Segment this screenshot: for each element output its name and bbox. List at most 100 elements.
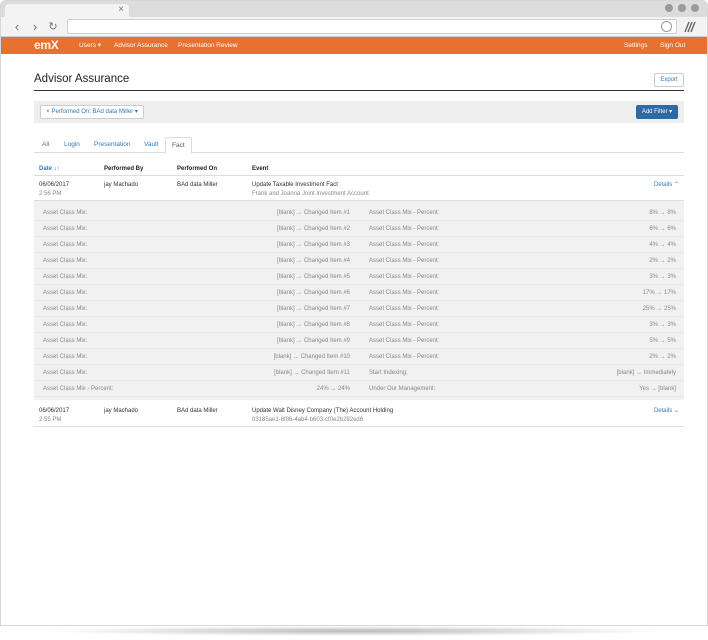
row-date: 06/06/2017 bbox=[39, 182, 70, 188]
detail-field-value: Yes → [blank] bbox=[639, 386, 676, 392]
detail-row: Asset Class Mix: [blank] → Changed Item #… bbox=[34, 205, 684, 221]
forward-icon[interactable]: › bbox=[27, 19, 43, 35]
tab-presentation[interactable]: Presentation bbox=[94, 141, 131, 149]
remove-filter-icon[interactable]: × bbox=[46, 109, 50, 115]
tab-vault[interactable]: Vault bbox=[144, 141, 158, 149]
detail-field-value: [blank] → Changed Item #3 bbox=[276, 242, 350, 248]
detail-row: Asset Class Mix: [blank] → Changed Item #… bbox=[34, 333, 684, 349]
nav-presentation-review[interactable]: Presentation Review bbox=[178, 42, 238, 50]
performed-on-column-header: Performed On bbox=[177, 166, 218, 172]
close-window-button[interactable] bbox=[691, 4, 699, 12]
performed-by-column-header: Performed By bbox=[104, 166, 144, 172]
detail-field-label: Asset Class Mix: bbox=[43, 322, 88, 328]
row-performed-on: BAd data Miller bbox=[177, 408, 218, 414]
export-button[interactable]: Export bbox=[654, 73, 684, 87]
detail-field-value: 2% → 2% bbox=[649, 258, 676, 264]
row-date: 06/06/2017 bbox=[39, 408, 70, 414]
detail-field-value: 17% → 17% bbox=[642, 290, 676, 296]
detail-field-value: [blank] → Changed Item #5 bbox=[276, 274, 350, 280]
back-icon[interactable]: ‹ bbox=[9, 19, 25, 35]
details-toggle-button[interactable]: Details ⌄ bbox=[654, 407, 679, 415]
detail-row: Asset Class Mix: [blank] → Changed Item #… bbox=[34, 365, 684, 381]
row-performed-on: BAd data Miller bbox=[177, 182, 218, 188]
row-time: 2:56 PM bbox=[39, 191, 62, 197]
detail-field-label: Asset Class Mix: bbox=[43, 338, 88, 344]
reload-icon[interactable]: ↻ bbox=[45, 19, 61, 35]
globe-icon bbox=[661, 21, 672, 32]
nav-settings[interactable]: Settings bbox=[624, 42, 648, 50]
page-title: Advisor Assurance bbox=[34, 73, 130, 85]
detail-field-value: 8% → 8% bbox=[649, 210, 676, 216]
detail-field-label: Asset Class Mix - Percent: bbox=[369, 242, 440, 248]
detail-row: Asset Class Mix: [blank] → Changed Item #… bbox=[34, 269, 684, 285]
detail-field-label: Asset Class Mix: bbox=[43, 274, 88, 280]
detail-row: Asset Class Mix: [blank] → Changed Item #… bbox=[34, 301, 684, 317]
nav-sign-out[interactable]: Sign Out bbox=[660, 42, 685, 50]
browser-tab[interactable]: × bbox=[5, 4, 129, 17]
detail-field-value: [blank] → Changed Item #8 bbox=[276, 322, 350, 328]
detail-field-value: 3% → 3% bbox=[649, 274, 676, 280]
address-bar[interactable] bbox=[67, 19, 677, 34]
row-performed-by: jay Machado bbox=[104, 408, 139, 414]
detail-field-label: Asset Class Mix: bbox=[43, 370, 88, 376]
window-shadow bbox=[40, 626, 668, 636]
detail-field-label: Asset Class Mix: bbox=[43, 306, 88, 312]
close-tab-icon[interactable]: × bbox=[118, 3, 124, 16]
tab-login[interactable]: Login bbox=[64, 141, 80, 149]
row-performed-by: jay Machado bbox=[104, 182, 139, 188]
detail-field-label: Asset Class Mix - Percent: bbox=[43, 386, 114, 392]
detail-field-value: 4% → 4% bbox=[649, 242, 676, 248]
detail-field-label: Asset Class Mix - Percent: bbox=[369, 210, 440, 216]
extension-icon[interactable] bbox=[683, 20, 697, 34]
event-column-header: Event bbox=[252, 166, 269, 172]
detail-field-label: Asset Class Mix - Percent: bbox=[369, 258, 440, 264]
emx-logo[interactable]: emX bbox=[34, 39, 59, 52]
detail-field-label: Asset Class Mix - Percent: bbox=[369, 226, 440, 232]
detail-field-value: [blank] → Changed Item #4 bbox=[276, 258, 350, 264]
detail-field-label: Asset Class Mix - Percent: bbox=[369, 338, 440, 344]
details-toggle-button[interactable]: Details ⌃ bbox=[654, 181, 679, 189]
row-time: 2:55 PM bbox=[39, 417, 62, 423]
maximize-button[interactable] bbox=[678, 4, 686, 12]
detail-field-value: [blank] → Changed Item #10 bbox=[273, 354, 350, 360]
minimize-button[interactable] bbox=[665, 4, 673, 12]
browser-toolbar: ‹ › ↻ bbox=[1, 17, 707, 37]
detail-field-label: Asset Class Mix: bbox=[43, 290, 88, 296]
add-filter-button[interactable]: Add Filter ▾ bbox=[636, 105, 678, 119]
detail-field-value: 2% → 2% bbox=[649, 354, 676, 360]
detail-row: Asset Class Mix: [blank] → Changed Item #… bbox=[34, 253, 684, 269]
detail-field-label: Asset Class Mix - Percent: bbox=[369, 274, 440, 280]
tab-all[interactable]: All bbox=[42, 141, 49, 149]
app-navbar: emX Users ▾ Advisor Assurance Presentati… bbox=[1, 37, 707, 54]
detail-row: Asset Class Mix: [blank] → Changed Item #… bbox=[34, 285, 684, 301]
tab-fact[interactable]: Fact bbox=[165, 137, 192, 154]
detail-field-label: Start Indexing: bbox=[369, 370, 408, 376]
filter-chip-label: Performed On: BAd data Miller ▾ bbox=[51, 109, 138, 115]
filter-chip[interactable]: × Performed On: BAd data Miller ▾ bbox=[40, 105, 144, 119]
event-tabs: All Login Presentation Vault Fact bbox=[34, 137, 684, 154]
nav-advisor-assurance[interactable]: Advisor Assurance bbox=[114, 42, 168, 50]
detail-field-value: 24% → 24% bbox=[316, 386, 350, 392]
title-divider bbox=[34, 90, 684, 91]
row-event-subtitle: Frank and Joanna Joint Investment Accoun… bbox=[252, 191, 369, 197]
detail-field-value: [blank] → Changed Item #6 bbox=[276, 290, 350, 296]
nav-users[interactable]: Users ▾ bbox=[79, 42, 101, 50]
detail-field-value: 6% → 6% bbox=[649, 226, 676, 232]
detail-field-value: [blank] → Changed Item #7 bbox=[276, 306, 350, 312]
detail-row: Asset Class Mix: [blank] → Changed Item #… bbox=[34, 237, 684, 253]
detail-field-label: Asset Class Mix: bbox=[43, 210, 88, 216]
detail-field-label: Asset Class Mix: bbox=[43, 258, 88, 264]
row-divider bbox=[34, 426, 684, 427]
detail-field-value: [blank] → Changed Item #1 bbox=[276, 210, 350, 216]
detail-field-label: Asset Class Mix: bbox=[43, 242, 88, 248]
detail-field-label: Asset Class Mix - Percent: bbox=[369, 354, 440, 360]
details-panel: Asset Class Mix: [blank] → Changed Item #… bbox=[34, 200, 684, 400]
detail-field-label: Asset Class Mix: bbox=[43, 354, 88, 360]
detail-field-value: 5% → 5% bbox=[649, 338, 676, 344]
detail-field-label: Asset Class Mix - Percent: bbox=[369, 290, 440, 296]
detail-field-value: 3% → 3% bbox=[649, 322, 676, 328]
detail-field-value: [blank] → Changed Item #2 bbox=[276, 226, 350, 232]
detail-field-value: 25% → 25% bbox=[642, 306, 676, 312]
date-column-header[interactable]: Date ↓↑ bbox=[39, 165, 60, 173]
window-controls bbox=[665, 4, 699, 12]
